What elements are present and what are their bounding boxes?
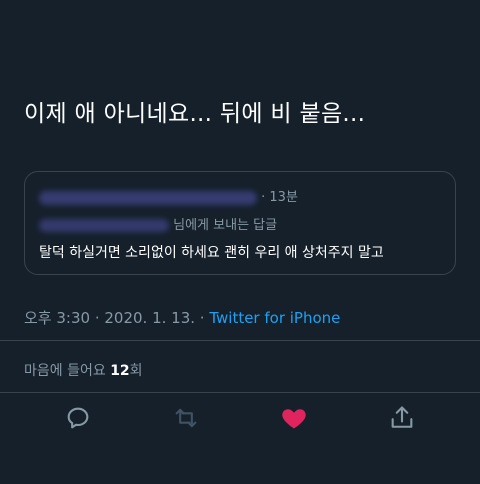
like-button[interactable] — [280, 404, 308, 432]
retweet-button[interactable] — [172, 404, 200, 432]
quoted-tweet-time: · 13분 — [261, 190, 298, 205]
reply-button[interactable] — [64, 404, 92, 432]
reply-icon — [67, 407, 89, 429]
likes-label-prefix: 마음에 들어요 — [24, 363, 106, 379]
likes-label-suffix: 회 — [129, 363, 143, 379]
heart-icon — [282, 409, 306, 429]
quoted-tweet-header: · 13분 — [39, 186, 298, 205]
action-bar — [0, 404, 480, 436]
divider-bottom — [0, 392, 480, 393]
tweet-timestamp[interactable]: 오후 3:30 · 2020. 1. 13. · — [24, 309, 205, 327]
redacted-author-name — [39, 190, 257, 205]
divider-top — [0, 340, 480, 341]
share-button[interactable] — [388, 404, 416, 432]
tweet-meta: 오후 3:30 · 2020. 1. 13. · Twitter for iPh… — [24, 307, 340, 328]
quoted-tweet-body: 탈덕 하실거면 소리없이 하세요 괜히 우리 애 상처주지 말고 — [39, 245, 384, 261]
quoted-tweet-reply-to: 님에게 보내는 답글 — [39, 214, 277, 233]
reply-to-label: 님에게 보내는 답글 — [173, 218, 278, 233]
likes-count: 12 — [110, 363, 130, 379]
retweet-icon — [175, 408, 197, 428]
tweet-text: 이제 애 아니네요... 뒤에 비 붙음... — [24, 101, 366, 127]
share-icon — [391, 406, 413, 428]
tweet-source-link[interactable]: Twitter for iPhone — [209, 309, 340, 327]
quoted-tweet-card[interactable]: · 13분 님에게 보내는 답글 탈덕 하실거면 소리없이 하세요 괜히 우리 … — [24, 171, 456, 275]
likes-stat[interactable]: 마음에 들어요 12회 — [24, 360, 143, 380]
redacted-reply-handle — [39, 219, 169, 232]
